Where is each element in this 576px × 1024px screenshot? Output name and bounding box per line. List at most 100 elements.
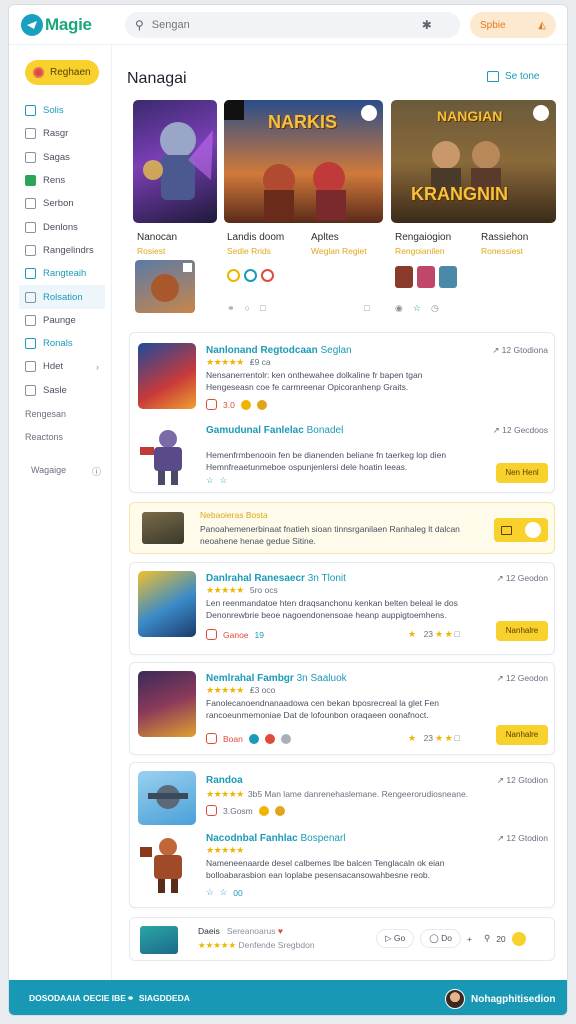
item-title[interactable]: Danlrahal Ranesaecr 3n Tlonit — [206, 573, 346, 584]
sidebar-item-sasle[interactable]: Sasle — [25, 379, 105, 402]
sidebar-item-ronals[interactable]: Ronals — [25, 332, 105, 355]
item-thumb[interactable] — [138, 771, 196, 825]
featured-actions-4: ◉ ☆ ◷ — [395, 303, 439, 314]
list-item[interactable]: Gamudunal Fanlelac Bonadel Hemenfrmbenoo… — [138, 421, 548, 489]
featured-title-4[interactable]: Rengaiogion — [395, 232, 451, 243]
star-outline-icon[interactable]: ☆ — [413, 303, 421, 314]
clock-icon — [25, 361, 36, 373]
item-title[interactable]: Nanlonand Regtodcaan Seglan — [206, 345, 352, 356]
sidebar-item-hdet[interactable]: Hdet › — [25, 355, 105, 378]
list-item[interactable]: Nanlonand Regtodcaan Seglan ★★★★★ ₤9 ca N… — [138, 343, 548, 413]
sidebar-item-rolsation[interactable]: Rolsation — [19, 285, 105, 309]
item-meta: ↗ 12 Gtodion — [496, 833, 548, 843]
promo-button[interactable] — [494, 518, 548, 542]
featured-banner-3-top: NANGIAN — [437, 108, 503, 124]
item-badges: 3.0 — [206, 399, 267, 410]
item-title[interactable]: Gamudunal Fanlelac Bonadel — [206, 425, 343, 436]
item-badges: Ganoe 19 — [206, 629, 264, 640]
item-thumb[interactable] — [138, 421, 196, 487]
now-playing-thumb[interactable] — [140, 926, 178, 954]
emoji-icon — [240, 399, 251, 410]
sidebar-item-reactons[interactable]: Reactons — [25, 425, 105, 448]
header-action-button[interactable]: Spbie ◭ — [470, 12, 556, 38]
footer-middle[interactable]: ⚭ SIAGDDEDA — [127, 993, 190, 1004]
play-button[interactable]: ▷ Go — [376, 929, 415, 948]
install-button[interactable]: Nen Henl — [496, 463, 548, 483]
featured-image-3[interactable]: NANGIAN KRANGNIN — [391, 100, 556, 223]
list-panel-3: Nemlrahal Fambgr 3n Saaluok ★★★★★ ₤3 oco … — [129, 662, 555, 755]
install-button[interactable]: Nanhalre — [496, 725, 548, 745]
sidebar-item-rangteaih[interactable]: Rangteaih — [25, 262, 105, 285]
featured-sub-1: Rosiest — [137, 246, 166, 256]
sidebar-footer[interactable]: Wagaige ⓘ — [31, 465, 101, 478]
sidebar-item-rengesan[interactable]: Rengesan — [25, 402, 105, 425]
warrior-art — [140, 838, 182, 893]
see-all-link[interactable]: Se tone — [487, 71, 539, 82]
footer-user[interactable]: Nohagphitisedion — [445, 989, 555, 1009]
emoji-icon — [258, 805, 269, 816]
sidebar-item-sagas[interactable]: Sagas — [25, 146, 105, 169]
item-thumb[interactable] — [138, 571, 196, 637]
doc-icon — [25, 198, 36, 210]
more-icon[interactable]: □ — [364, 303, 369, 313]
home-icon — [487, 71, 499, 82]
featured-thumb-1[interactable] — [135, 260, 195, 313]
chat-icon[interactable]: ○ — [245, 303, 250, 314]
hero-art — [143, 122, 213, 200]
item-thumb[interactable] — [138, 343, 196, 409]
sidebar-item-rens[interactable]: Rens — [25, 169, 105, 192]
sidebar-item-label: Rens — [43, 175, 66, 187]
search-bar[interactable]: ⚲ ✱ — [125, 12, 460, 38]
now-playing-rating: ★★★★★ Denfende Sregbdon — [198, 940, 315, 950]
top-header: Magie ⚲ ✱ Spbie ◭ — [9, 5, 567, 45]
list-item[interactable]: Nemlrahal Fambgr 3n Saaluok ★★★★★ ₤3 oco … — [138, 671, 548, 749]
eye-icon[interactable]: ◉ — [395, 303, 403, 314]
pen-icon — [25, 268, 36, 280]
star-outline-icon: ☆ — [206, 887, 214, 897]
sidebar: Reghaen Solis Rasgr Sagas Rens Serbon Denlons… — [9, 45, 112, 980]
featured-title-5[interactable]: Rassiehon — [481, 232, 528, 243]
sidebar-footer-label: Wagaige — [31, 465, 67, 475]
app-logo[interactable]: Magie — [21, 14, 92, 36]
sidebar-item-serbon[interactable]: Serbon — [25, 192, 105, 215]
add-button[interactable]: + — [467, 934, 472, 944]
player-controls: ▷ Go ◯ Do + ⚲ 20 — [376, 929, 526, 948]
share-icon[interactable]: ⚭ — [227, 303, 235, 314]
featured-image-2[interactable]: NARKIS — [224, 100, 383, 223]
item-thumb[interactable] — [138, 671, 196, 737]
sidebar-top-button[interactable]: Reghaen — [25, 60, 99, 85]
fire-icon — [261, 269, 274, 282]
bookmark-icon[interactable]: □ — [260, 303, 265, 314]
list-panel-2: Danlrahal Ranesaecr 3n Tlonit ★★★★★ 5ro o… — [129, 562, 555, 655]
item-title[interactable]: Nacodnbal Fanhlac Bospenarl — [206, 833, 346, 844]
item-title[interactable]: Nemlrahal Fambgr 3n Saaluok — [206, 673, 347, 684]
chat-icon — [280, 733, 291, 744]
sparkle-icon[interactable]: ✱ — [422, 18, 432, 32]
comment-button[interactable]: ◯ Do — [420, 929, 461, 948]
sidebar-item-solis[interactable]: Solis — [25, 99, 105, 122]
sidebar-item-rangelindrs[interactable]: Rangelindrs — [25, 239, 105, 262]
item-badges: ☆ ☆ — [206, 475, 227, 486]
clock-icon[interactable]: ◷ — [431, 303, 439, 314]
promo-title: Nebaoieras Bosta — [200, 510, 268, 520]
sidebar-item-denlons[interactable]: Denlons — [25, 215, 105, 238]
toggle-icon[interactable] — [511, 931, 526, 946]
dragon-art — [151, 263, 192, 302]
footer-left[interactable]: DOSODAAIA OECIE IBE — [29, 993, 126, 1003]
list-item[interactable]: Randoa ★★★★★ 3b5 Man lame danrenehaslema… — [138, 771, 548, 829]
item-thumb[interactable] — [138, 831, 196, 897]
search-input[interactable] — [151, 19, 422, 31]
promo-banner[interactable]: Nebaoieras Bosta Panoahemenerbinaat fnat… — [129, 502, 555, 554]
list-item[interactable]: Nacodnbal Fanhlac Bospenarl ★★★★★ Namene… — [138, 831, 548, 901]
install-button[interactable]: Nanhalre — [496, 621, 548, 641]
sidebar-item-paunge[interactable]: Paunge — [25, 309, 105, 332]
sidebar-item-rasgr[interactable]: Rasgr — [25, 122, 105, 145]
item-title[interactable]: Randoa — [206, 775, 243, 786]
featured-image-1[interactable] — [133, 100, 217, 223]
sidebar-item-label: Denlons — [43, 221, 78, 233]
search-icon[interactable]: ⚲ — [484, 933, 490, 944]
featured-title-2[interactable]: Landis doom — [227, 232, 284, 243]
list-item[interactable]: Danlrahal Ranesaecr 3n Tlonit ★★★★★ 5ro o… — [138, 571, 548, 649]
featured-title-3[interactable]: Apltes — [311, 232, 339, 243]
featured-title-1[interactable]: Nanocan — [137, 232, 177, 243]
